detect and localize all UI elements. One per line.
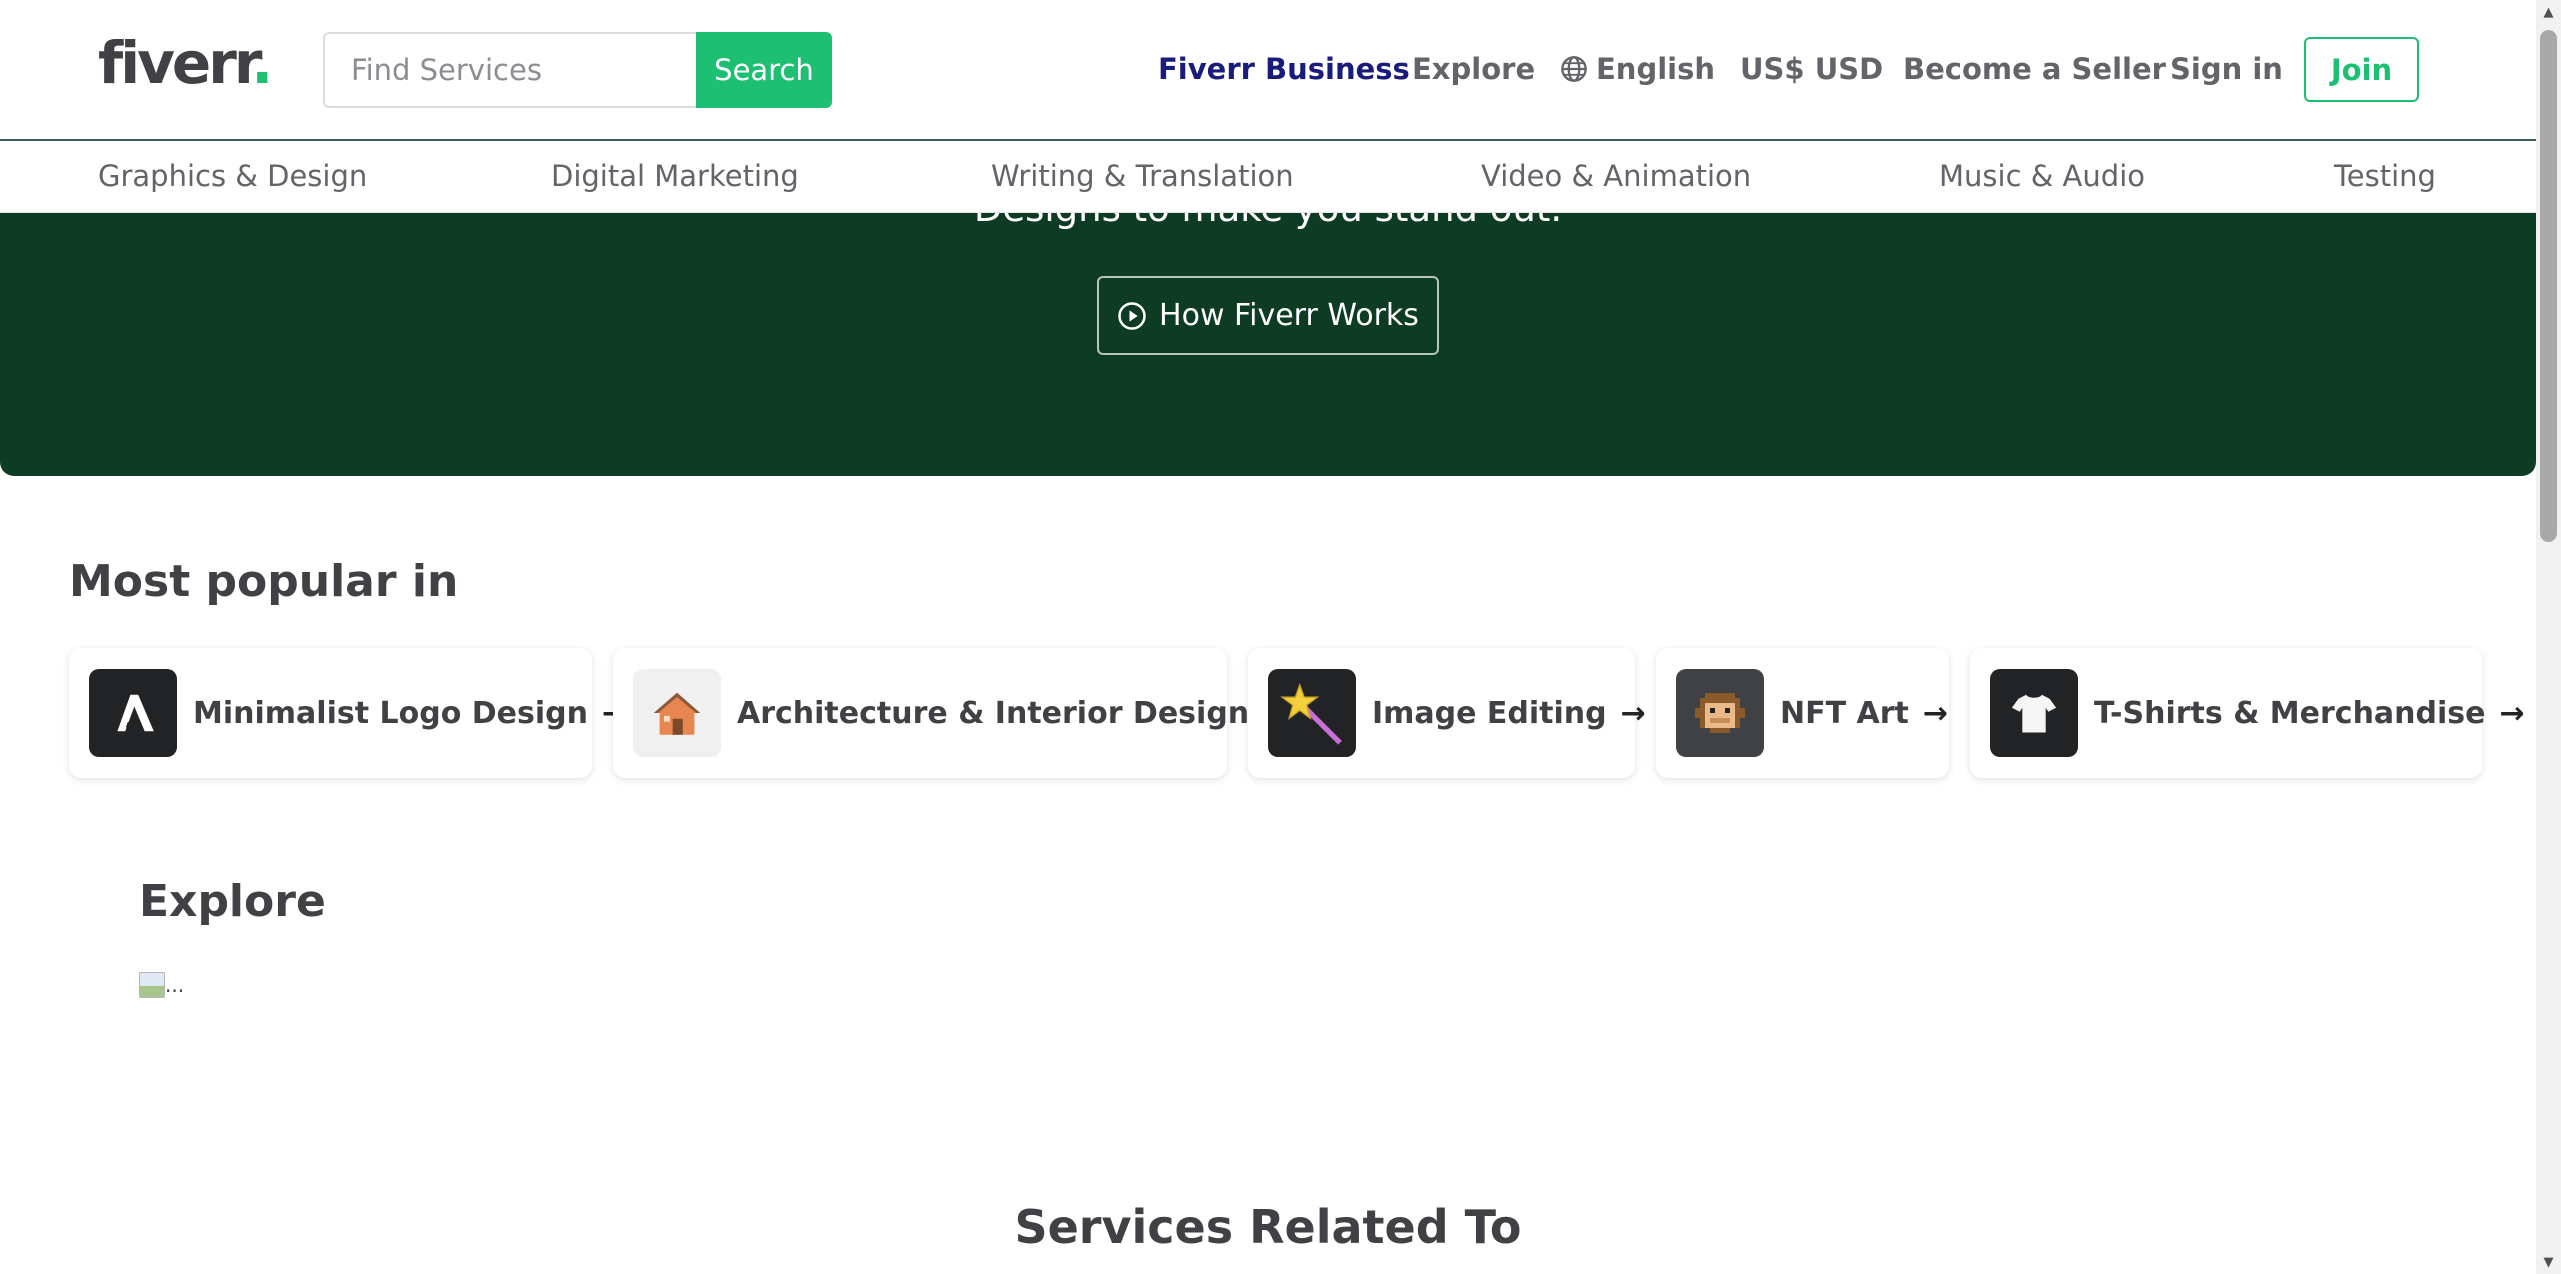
magic-wand-icon	[1268, 669, 1356, 757]
popular-card-label: Minimalist Logo Design	[193, 695, 588, 731]
globe-icon	[1561, 56, 1587, 82]
category-testing[interactable]: Testing	[2334, 159, 2436, 193]
vertical-scrollbar[interactable]: ▲ ▼	[2536, 0, 2561, 1274]
category-video-animation[interactable]: Video & Animation	[1481, 159, 1751, 193]
popular-card-nft-art[interactable]: NFT Art →	[1656, 648, 1949, 778]
how-fiverr-works-label: How Fiverr Works	[1159, 298, 1419, 333]
explore-title: Explore	[139, 876, 326, 927]
broken-image: ...	[139, 972, 184, 998]
popular-card-minimalist-logo[interactable]: Minimalist Logo Design →	[69, 648, 627, 778]
category-writing-translation[interactable]: Writing & Translation	[991, 159, 1294, 193]
top-header: fiverr. Search Fiverr Business Explore E…	[0, 0, 2536, 141]
category-bar: Graphics & Design Digital Marketing Writ…	[0, 143, 2536, 213]
page: fiverr. Search Fiverr Business Explore E…	[0, 0, 2561, 1274]
scrollbar-thumb[interactable]	[2540, 30, 2557, 542]
popular-card-label: NFT Art	[1780, 695, 1909, 731]
play-circle-icon	[1118, 301, 1146, 330]
tshirt-icon	[1990, 669, 2078, 757]
language-label: English	[1596, 52, 1716, 86]
popular-card-image-editing[interactable]: Image Editing →	[1248, 648, 1646, 778]
join-button[interactable]: Join	[2304, 37, 2419, 102]
house-icon	[633, 669, 721, 757]
nav-explore[interactable]: Explore	[1412, 52, 1535, 86]
nav-become-seller[interactable]: Become a Seller	[1903, 52, 2166, 86]
arrow-right-icon: →	[1922, 695, 1949, 731]
nav-currency[interactable]: US$ USD	[1740, 52, 1883, 86]
category-graphics-design[interactable]: Graphics & Design	[98, 159, 367, 193]
popular-card-label: T-Shirts & Merchandise	[2094, 695, 2486, 731]
arrow-right-icon: →	[2499, 695, 2525, 731]
services-related-title: Services Related To	[1014, 1200, 1522, 1254]
how-fiverr-works-button[interactable]: How Fiverr Works	[1097, 276, 1439, 355]
scroll-down-arrow-icon[interactable]: ▼	[2536, 1250, 2561, 1274]
nav-language[interactable]: English	[1560, 52, 1715, 86]
category-digital-marketing[interactable]: Digital Marketing	[551, 159, 799, 193]
scroll-up-arrow-icon[interactable]: ▲	[2536, 0, 2561, 24]
popular-card-label: Image Editing	[1372, 695, 1607, 731]
nav-fiverr-business[interactable]: Fiverr Business	[1158, 52, 1410, 86]
pixel-monkey-icon	[1676, 669, 1764, 757]
popular-card-architecture[interactable]: Architecture & Interior Design →	[613, 648, 1288, 778]
broken-image-alt: ...	[165, 973, 185, 997]
logo-letter-a-icon	[89, 669, 177, 757]
popular-card-label: Architecture & Interior Design	[737, 695, 1250, 731]
category-music-audio[interactable]: Music & Audio	[1939, 159, 2145, 193]
nav-sign-in[interactable]: Sign in	[2170, 52, 2283, 86]
hero-banner: Designs to make you stand out. How Fiver…	[0, 175, 2536, 476]
popular-card-tshirts[interactable]: T-Shirts & Merchandise →	[1970, 648, 2525, 778]
top-nav: Fiverr Business Explore English US$ USD …	[0, 38, 2536, 100]
arrow-right-icon: →	[1620, 695, 1646, 731]
most-popular-title: Most popular in	[69, 556, 459, 607]
broken-image-icon	[139, 972, 165, 998]
